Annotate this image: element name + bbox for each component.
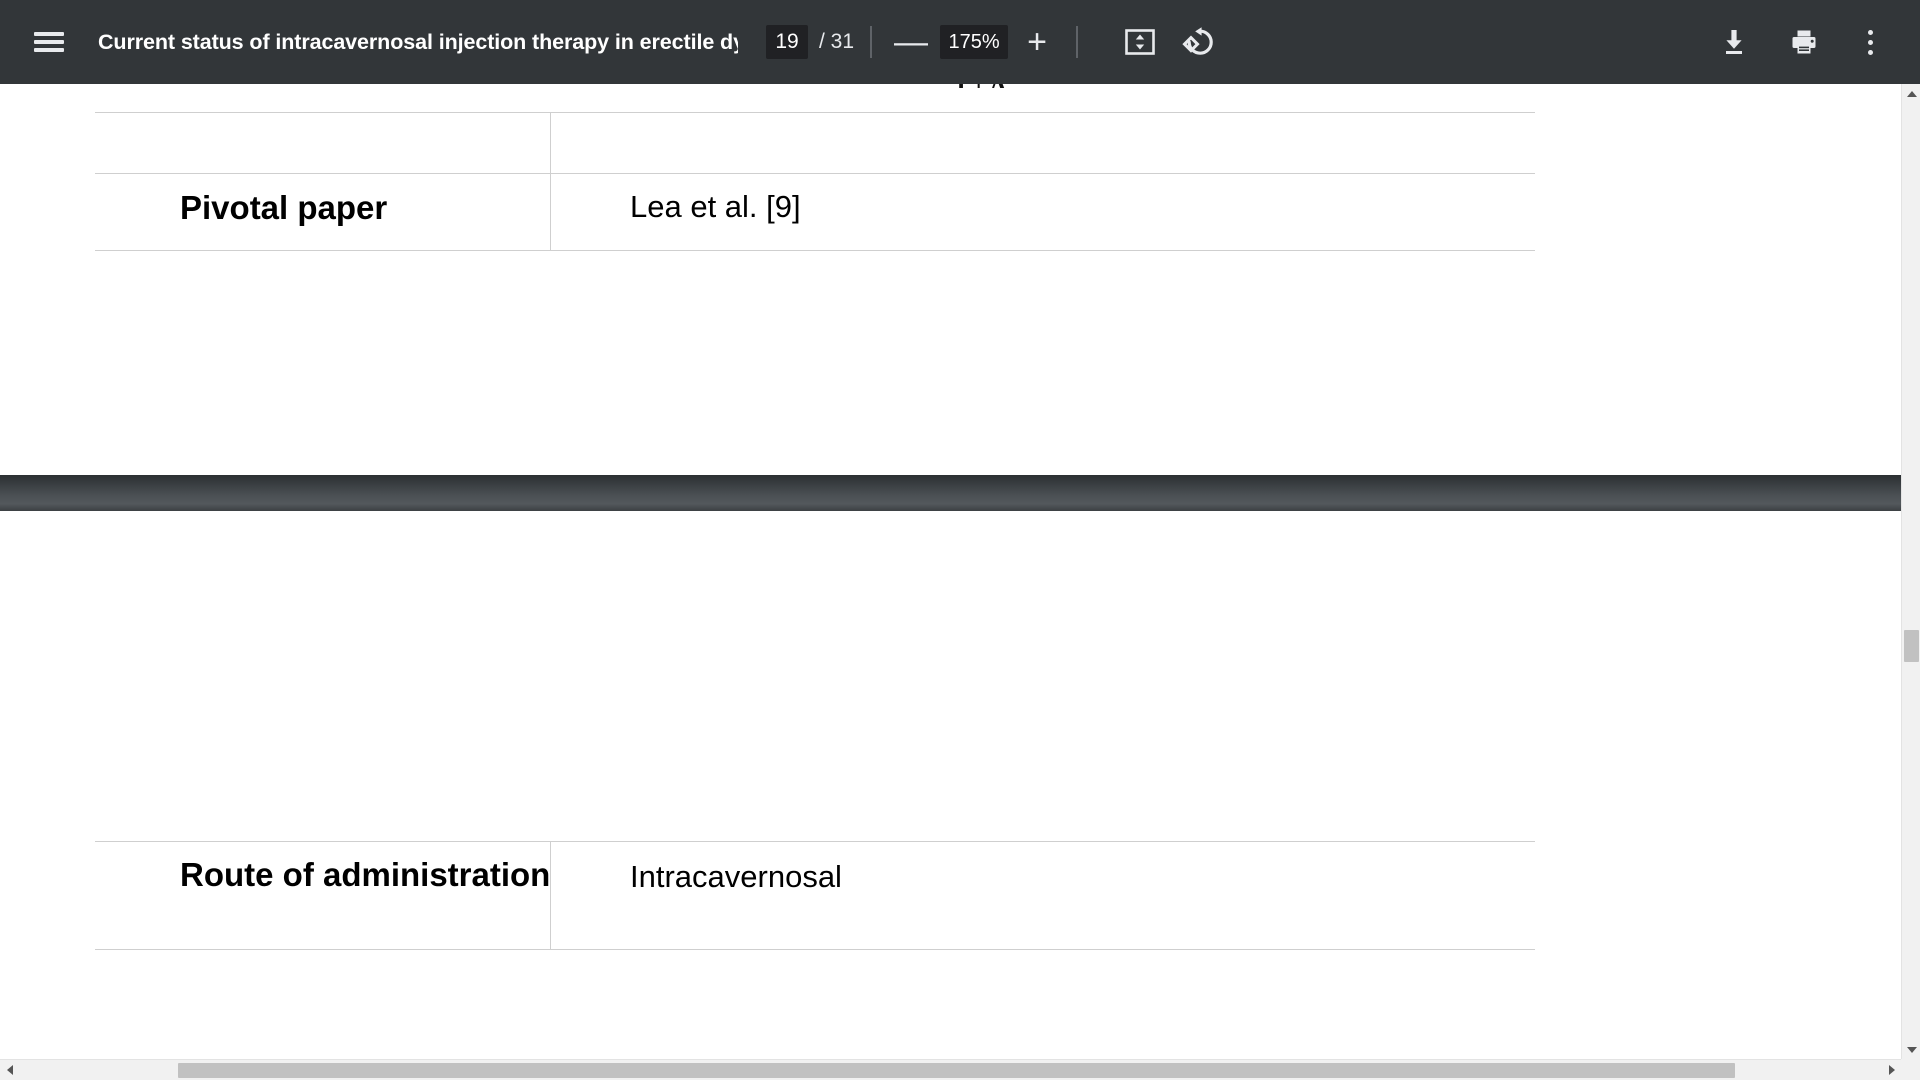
scroll-down-arrow-icon[interactable] — [1902, 1040, 1920, 1059]
hamburger-menu-icon[interactable] — [18, 11, 80, 73]
zoom-controls-group: — 175% + — [888, 19, 1060, 65]
rotate-counterclockwise-icon[interactable] — [1174, 18, 1222, 66]
toolbar-divider — [870, 26, 873, 58]
toolbar-divider — [1076, 26, 1079, 58]
page-number-input[interactable] — [766, 25, 808, 59]
table-rule — [95, 841, 1535, 842]
menu-bar — [34, 32, 64, 36]
document-title: Current status of intracavernosal inject… — [98, 29, 738, 54]
more-dot — [1867, 39, 1873, 45]
table-rule — [95, 173, 1535, 174]
menu-bar — [34, 40, 64, 44]
scroll-up-arrow-icon[interactable] — [1902, 84, 1920, 103]
vertical-scrollbar[interactable] — [1901, 84, 1920, 1059]
page-navigation-group: / 31 — [766, 25, 854, 59]
table-rule — [95, 949, 1535, 950]
pdf-viewer-toolbar: Current status of intracavernosal inject… — [0, 0, 1920, 84]
triangle-down — [1906, 1046, 1917, 1053]
table-rule — [95, 250, 1535, 251]
zoom-level-display[interactable]: 175% — [940, 25, 1009, 59]
pdf-viewer-content[interactable]: UA Pivotal paper Lea et al. [9] rmation … — [0, 84, 1901, 1059]
table-cell-label: Pivotal paper — [180, 189, 388, 226]
page-total-label: / 31 — [819, 30, 855, 53]
scroll-right-arrow-icon[interactable] — [1882, 1060, 1901, 1080]
zoom-out-button[interactable]: — — [888, 19, 934, 65]
download-icon[interactable] — [1708, 16, 1760, 68]
toolbar-right-actions — [1690, 16, 1892, 68]
horizontal-scrollbar[interactable] — [0, 1059, 1901, 1080]
menu-bar — [34, 48, 64, 52]
triangle-left — [6, 1065, 13, 1075]
table-cell-label: Route of administration — [180, 856, 551, 893]
print-icon[interactable] — [1778, 16, 1830, 68]
triangle-up — [1906, 90, 1917, 97]
triangle-right — [1888, 1065, 1895, 1075]
vertical-scrollbar-thumb[interactable] — [1904, 630, 1919, 662]
pdf-page-19: UA Pivotal paper Lea et al. [9] rmation … — [0, 84, 1901, 508]
clipped-table-text: UA — [955, 84, 1013, 88]
table-rule — [95, 112, 1535, 113]
scroll-left-arrow-icon[interactable] — [0, 1060, 19, 1080]
pdf-page-20: Route of administration Intracavernosal — [0, 511, 1901, 1059]
more-dot — [1867, 29, 1873, 35]
table-cell-value: Intracavernosal — [630, 859, 842, 894]
table-column-divider — [550, 112, 551, 250]
zoom-in-button[interactable]: + — [1014, 19, 1060, 65]
more-options-icon[interactable] — [1848, 16, 1892, 68]
more-dot — [1867, 49, 1873, 55]
page-separator — [0, 475, 1901, 511]
scrollbar-corner — [1901, 1059, 1920, 1080]
horizontal-scrollbar-thumb[interactable] — [178, 1063, 1735, 1078]
fit-to-page-icon[interactable] — [1116, 18, 1164, 66]
table-cell-value: Lea et al. [9] — [630, 189, 801, 224]
